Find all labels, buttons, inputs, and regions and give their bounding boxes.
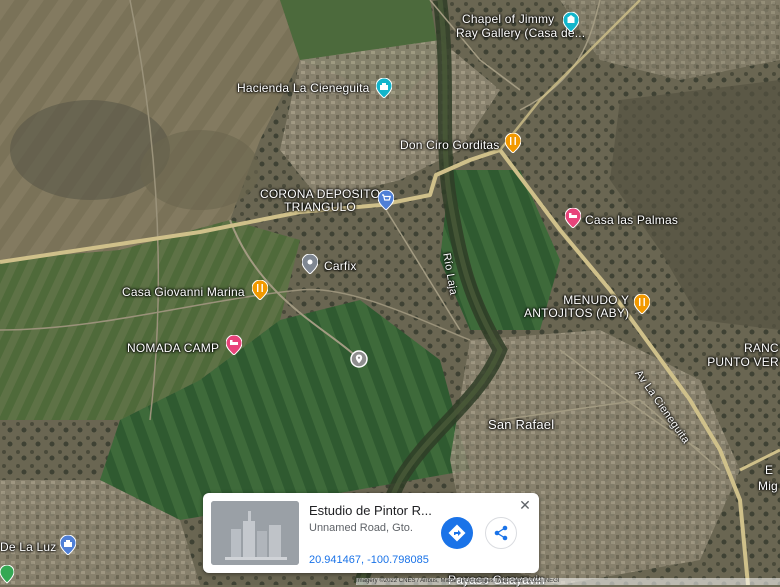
- restaurant-icon[interactable]: [634, 294, 650, 314]
- close-icon[interactable]: ✕: [517, 497, 533, 513]
- place-label-carfix[interactable]: Carfix: [324, 259, 357, 273]
- landmark-icon[interactable]: [376, 78, 392, 98]
- place-label-casa-giovanni[interactable]: Casa Giovanni Marina: [122, 285, 245, 299]
- hotel-icon[interactable]: [226, 335, 242, 355]
- place-label-corona[interactable]: CORONA DEPOSITO TRIANGULO: [260, 188, 380, 214]
- place-title[interactable]: Estudio de Pintor R...: [309, 503, 432, 518]
- place-address: Unnamed Road, Gto.: [309, 522, 413, 534]
- directions-icon: [448, 524, 466, 542]
- place-label-menudo[interactable]: MENUDO Y ANTOJITOS (ABY): [524, 294, 629, 320]
- park-icon[interactable]: [0, 565, 14, 585]
- place-info-card[interactable]: Estudio de Pintor R... Unnamed Road, Gto…: [203, 493, 539, 573]
- dropped-pin-icon[interactable]: [350, 350, 368, 368]
- place-icon[interactable]: [302, 254, 318, 274]
- place-label-hacienda[interactable]: Hacienda La Cieneguita: [237, 81, 370, 95]
- place-label-de-la-luz[interactable]: De La Luz: [0, 540, 57, 554]
- place-thumbnail[interactable]: [211, 501, 299, 565]
- place-label-edge-e[interactable]: E: [765, 463, 773, 477]
- place-label-don-ciro[interactable]: Don Ciro Gorditas: [400, 138, 499, 152]
- place-label-casa-palmas[interactable]: Casa las Palmas: [585, 213, 678, 227]
- menudo-line-2: ANTOJITOS (ABY): [524, 306, 630, 320]
- map-attribution[interactable]: Imagery ©2022 CNES / Airbus, Maxar Techn…: [356, 578, 780, 585]
- place-label-edge-mig[interactable]: Mig: [758, 479, 778, 493]
- place-label-nomada[interactable]: NOMADA CAMP: [127, 341, 219, 355]
- ranch-line-1: RANC: [744, 341, 779, 355]
- museum-icon[interactable]: [563, 12, 579, 32]
- place-coordinates[interactable]: 20.941467, -100.798085: [309, 554, 429, 566]
- place-label-ranch[interactable]: RANC PUNTO VER: [707, 341, 779, 369]
- restaurant-icon[interactable]: [505, 133, 521, 153]
- place-label-san-rafael[interactable]: San Rafael: [488, 417, 554, 432]
- building-thumbnail-icon: [211, 501, 299, 565]
- corona-line-2: TRIANGULO: [284, 200, 356, 214]
- ranch-line-2: PUNTO VER: [707, 355, 779, 369]
- share-icon: [494, 525, 508, 541]
- restaurant-icon[interactable]: [252, 280, 268, 300]
- hotel-icon[interactable]: [565, 208, 581, 228]
- landmark-icon[interactable]: [60, 535, 76, 555]
- shopping-icon[interactable]: [378, 190, 394, 210]
- directions-button[interactable]: [441, 517, 473, 549]
- share-button[interactable]: [485, 517, 517, 549]
